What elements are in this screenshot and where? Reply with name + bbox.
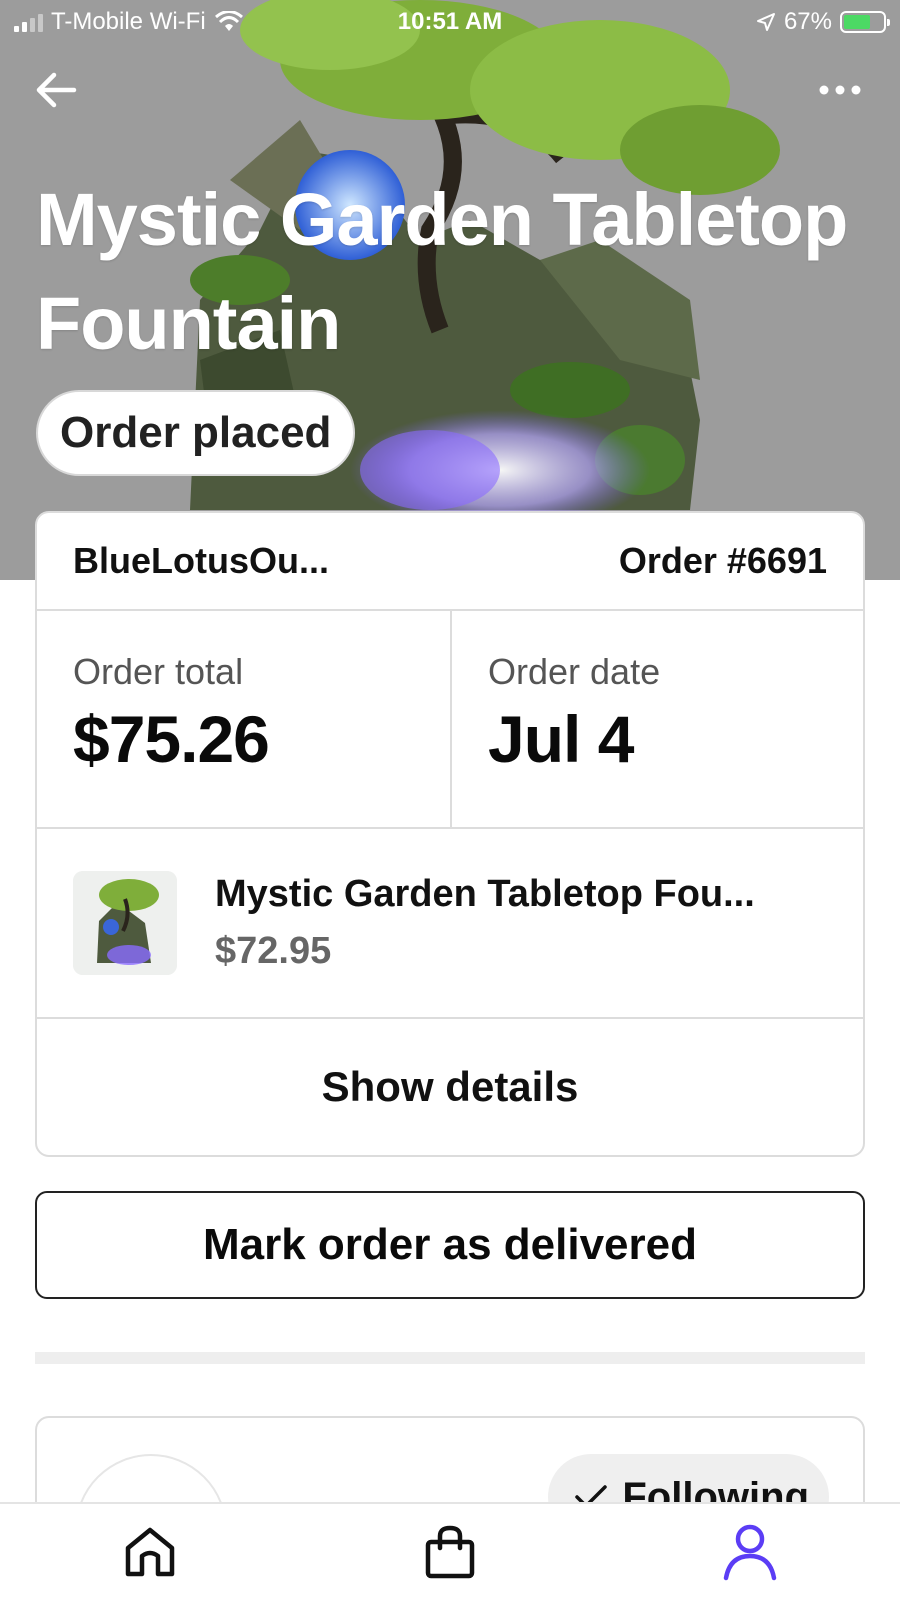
order-status-badge: Order placed	[36, 390, 356, 476]
nav-profile[interactable]	[690, 1512, 810, 1592]
more-options-button[interactable]	[816, 76, 864, 104]
order-date-cell: Order date Jul 4	[450, 611, 863, 827]
ellipsis-icon	[819, 85, 861, 95]
order-total-value: $75.26	[73, 702, 270, 776]
shop-name-link[interactable]: BlueLotusOu...	[73, 540, 329, 582]
order-card-header: BlueLotusOu... Order #6691	[37, 513, 863, 611]
order-date-value: Jul 4	[488, 702, 634, 776]
order-metrics: Order total $75.26 Order date Jul 4	[37, 611, 863, 829]
home-icon	[125, 1527, 175, 1577]
nav-home[interactable]	[90, 1512, 210, 1592]
item-info: Mystic Garden Tabletop Fou... $72.95	[215, 873, 755, 973]
location-arrow-icon	[756, 13, 775, 31]
item-name: Mystic Garden Tabletop Fou...	[215, 873, 755, 915]
battery-percent: 67%	[783, 8, 832, 35]
bottom-nav	[0, 1502, 900, 1600]
status-bar: T-Mobile Wi-Fi 10:51 AM 67%	[0, 0, 900, 44]
mark-delivered-button[interactable]: Mark order as delivered	[35, 1191, 865, 1299]
battery-icon	[840, 11, 890, 33]
order-number: Order #6691	[618, 540, 827, 581]
order-date-label: Order date	[488, 651, 661, 692]
section-divider	[35, 1352, 865, 1364]
bag-icon	[425, 1525, 475, 1579]
order-summary-card: BlueLotusOu... Order #6691 Order total $…	[35, 511, 865, 1157]
order-total-label: Order total	[73, 651, 244, 692]
item-thumbnail	[73, 871, 177, 975]
show-details-button[interactable]: Show details	[37, 1019, 863, 1155]
back-arrow-icon	[36, 72, 77, 108]
profile-icon	[723, 1524, 777, 1581]
status-right: 67%	[756, 8, 890, 36]
order-total-cell: Order total $75.26	[37, 611, 450, 827]
back-button[interactable]	[30, 66, 86, 114]
page-title: Mystic Garden Tabletop Fountain	[36, 178, 848, 365]
order-item-row[interactable]: Mystic Garden Tabletop Fou... $72.95	[37, 829, 863, 1019]
nav-purchases[interactable]	[390, 1512, 510, 1592]
item-price: $72.95	[215, 930, 332, 972]
